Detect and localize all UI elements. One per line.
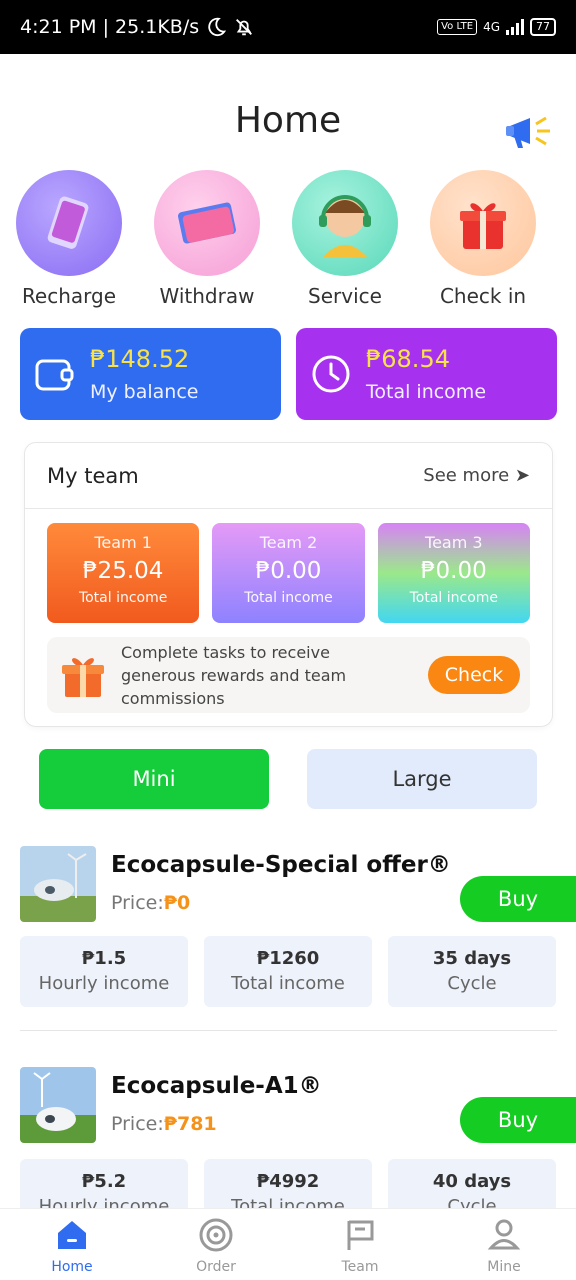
balance-card[interactable]: ₱148.52 My balance <box>20 328 281 420</box>
stat-value: 40 days <box>432 1171 512 1192</box>
team-3-label: Total income <box>409 590 499 606</box>
team-3-value: ₱0.00 <box>420 558 487 584</box>
price-value: ₱0 <box>163 892 191 914</box>
home-icon <box>58 1221 86 1249</box>
moon-icon <box>208 17 227 37</box>
wallet-icon <box>35 359 74 391</box>
recharge-label: Recharge <box>21 284 117 308</box>
product-name: Ecocapsule-Special offer® <box>111 852 451 878</box>
stat-value: ₱1.5 <box>81 948 127 969</box>
team-2-label: Total income <box>244 590 333 606</box>
recharge-button[interactable]: Recharge <box>0 170 138 308</box>
cycle-stat: 35 days Cycle <box>388 936 556 1007</box>
bottom-tab-bar: Home Order Team Mine <box>0 1208 576 1280</box>
phone-icon <box>16 170 122 276</box>
volte-badge: Vo LTE <box>437 19 478 35</box>
team-3-name: Team 3 <box>425 533 483 552</box>
buy-button[interactable]: Buy <box>460 876 576 922</box>
service-button[interactable]: Service <box>276 170 414 308</box>
check-button[interactable]: Check <box>428 656 520 694</box>
status-bar: 4:21 PM | 25.1KB/s Vo LTE 4G 77 <box>0 0 576 54</box>
tab-home[interactable]: Home <box>0 1209 144 1280</box>
balance-label: My balance <box>90 381 199 403</box>
stat-label: Cycle <box>447 973 497 994</box>
team-2-name: Team 2 <box>259 533 318 552</box>
stat-label: Hourly income <box>38 973 170 994</box>
total-income-stat: ₱1260 Total income <box>204 936 372 1007</box>
buy-button[interactable]: Buy <box>460 1097 576 1143</box>
divider <box>20 1030 557 1031</box>
tab-order-label: Order <box>196 1259 236 1275</box>
tab-mine-label: Mine <box>487 1259 521 1275</box>
stat-value: ₱4992 <box>256 1171 320 1192</box>
product-price: Price:₱0 <box>111 892 190 914</box>
balance-amount: ₱148.52 <box>90 345 190 373</box>
product-name: Ecocapsule-A1® <box>111 1073 322 1099</box>
bell-off-icon <box>236 19 253 36</box>
team-2-box[interactable]: Team 2 ₱0.00 Total income <box>212 523 365 623</box>
check-in-button[interactable]: Check in <box>414 170 552 308</box>
my-team-panel: My team See more ➤ Team 1 ₱25.04 Total i… <box>24 442 553 727</box>
income-amount: ₱68.54 <box>366 345 450 373</box>
order-icon <box>199 1218 233 1252</box>
signal-icon <box>506 19 524 35</box>
mini-tab[interactable]: Mini <box>39 749 269 809</box>
team-title: My team <box>47 463 139 488</box>
see-more-link[interactable]: See more ➤ <box>423 465 530 486</box>
team-1-name: Team 1 <box>94 533 152 552</box>
tab-mine[interactable]: Mine <box>432 1209 576 1280</box>
team-1-label: Total income <box>78 590 168 606</box>
tab-team[interactable]: Team <box>288 1209 432 1280</box>
megaphone-icon[interactable] <box>504 110 554 154</box>
team-header: My team See more ➤ <box>25 443 552 509</box>
task-text: Complete tasks to receive generous rewar… <box>121 642 347 708</box>
product-image <box>20 1067 96 1143</box>
product-image <box>20 846 96 922</box>
team-2-value: ₱0.00 <box>255 558 322 584</box>
team-1-value: ₱25.04 <box>82 558 164 584</box>
withdraw-label: Withdraw <box>159 284 255 308</box>
quick-actions: Recharge Withdraw Service Check in <box>0 170 576 308</box>
tab-team-label: Team <box>341 1259 379 1275</box>
tab-order[interactable]: Order <box>144 1209 288 1280</box>
gift-icon <box>430 170 536 276</box>
stat-value: 35 days <box>432 948 512 969</box>
price-value: ₱781 <box>163 1113 217 1135</box>
stat-value: ₱5.2 <box>81 1171 127 1192</box>
team-3-box[interactable]: Team 3 ₱0.00 Total income <box>377 523 530 623</box>
price-label: Price: <box>111 1113 164 1135</box>
tab-home-label: Home <box>51 1259 93 1275</box>
battery-icon: 77 <box>530 18 556 36</box>
check-in-label: Check in <box>439 284 527 308</box>
task-banner: Complete tasks to receive generous rewar… <box>47 637 530 713</box>
withdraw-button[interactable]: Withdraw <box>138 170 276 308</box>
hourly-income-stat: ₱1.5 Hourly income <box>20 936 188 1007</box>
team-flag-icon <box>347 1220 374 1250</box>
gift-icon <box>62 658 104 697</box>
network-type: 4G <box>483 20 500 34</box>
stat-label: Total income <box>231 973 345 994</box>
team-1-box[interactable]: Team 1 ₱25.04 Total income <box>47 523 200 623</box>
product-stats: ₱1.5 Hourly income ₱1260 Total income 35 d… <box>20 936 556 1007</box>
price-label: Price: <box>111 892 164 914</box>
status-time: 4:21 PM | 25.1KB/s <box>20 16 200 38</box>
income-card[interactable]: ₱68.54 Total income <box>296 328 557 420</box>
income-label: Total income <box>366 381 487 403</box>
service-label: Service <box>308 284 382 308</box>
user-icon <box>487 1219 521 1250</box>
clock-icon <box>312 355 350 393</box>
team-boxes: Team 1 ₱25.04 Total income Team 2 ₱0.00 … <box>25 509 552 623</box>
card-icon <box>154 170 260 276</box>
page-title: Home <box>234 100 342 141</box>
product-price: Price:₱781 <box>111 1113 217 1135</box>
large-tab[interactable]: Large <box>307 749 537 809</box>
stat-value: ₱1260 <box>256 948 320 969</box>
support-agent-icon <box>292 170 398 276</box>
